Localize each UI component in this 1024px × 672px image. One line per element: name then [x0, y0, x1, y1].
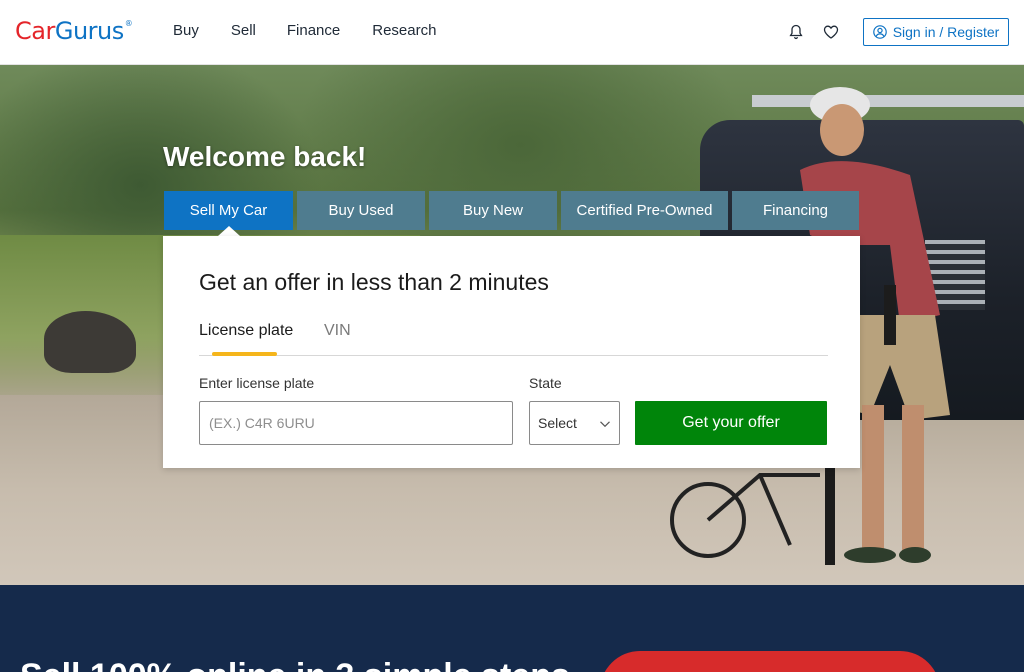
nav-sell[interactable]: Sell	[231, 22, 256, 39]
tab-buy-new[interactable]: Buy New	[429, 191, 557, 230]
get-your-offer-button[interactable]: Get your offer	[635, 401, 827, 445]
nav-finance[interactable]: Finance	[287, 22, 340, 39]
tab-label: Buy Used	[328, 202, 394, 219]
sign-in-label: Sign in / Register	[892, 24, 1000, 40]
state-select-value: Select	[538, 415, 577, 431]
tab-certified-pre-owned[interactable]: Certified Pre-Owned	[561, 191, 728, 230]
subtab-license-plate[interactable]: License plate	[199, 322, 293, 340]
heart-icon[interactable]	[823, 24, 839, 40]
welcome-heading: Welcome back!	[163, 141, 367, 172]
logo-text-gurus: Gurus	[54, 17, 124, 45]
main-nav: Buy Sell Finance Research	[173, 22, 468, 39]
tab-financing[interactable]: Financing	[732, 191, 859, 230]
lookup-method-tabs: License plate VIN	[199, 322, 828, 356]
subtab-vin[interactable]: VIN	[324, 322, 351, 340]
nav-research[interactable]: Research	[372, 22, 436, 39]
logo-text-car: Car	[15, 17, 55, 45]
tab-label: Certified Pre-Owned	[576, 202, 713, 219]
tab-label: Sell My Car	[189, 202, 268, 219]
tab-label: Financing	[762, 202, 829, 219]
red-car-image	[600, 651, 940, 672]
chevron-down-icon	[600, 421, 610, 428]
nav-buy[interactable]: Buy	[173, 22, 199, 39]
promo-headline: Sell 100% online in 3 simple steps	[20, 657, 570, 672]
site-header: Car Gurus ® Buy Sell Finance Research Sign…	[0, 0, 1024, 65]
active-subtab-indicator	[212, 352, 277, 356]
sign-in-register-button[interactable]: Sign in / Register	[863, 18, 1009, 46]
user-circle-icon	[872, 25, 887, 39]
tab-label: Buy New	[462, 202, 524, 219]
tab-buy-used[interactable]: Buy Used	[297, 191, 425, 230]
offer-card-title: Get an offer in less than 2 minutes	[199, 269, 549, 295]
sell-offer-card: Get an offer in less than 2 minutes Lice…	[163, 236, 860, 468]
state-select[interactable]: Select	[529, 401, 620, 445]
cargurus-logo[interactable]: Car Gurus ®	[15, 17, 133, 45]
logo-registered-mark: ®	[124, 18, 133, 28]
state-label: State	[529, 375, 562, 391]
bell-icon[interactable]	[788, 24, 804, 40]
shopping-tabs: Sell My Car Buy Used Buy New Certified P…	[164, 191, 859, 236]
tab-sell-my-car[interactable]: Sell My Car	[164, 191, 293, 236]
promo-band: Sell 100% online in 3 simple steps	[0, 585, 1024, 672]
plate-label: Enter license plate	[199, 375, 315, 391]
license-plate-input[interactable]	[199, 401, 513, 445]
